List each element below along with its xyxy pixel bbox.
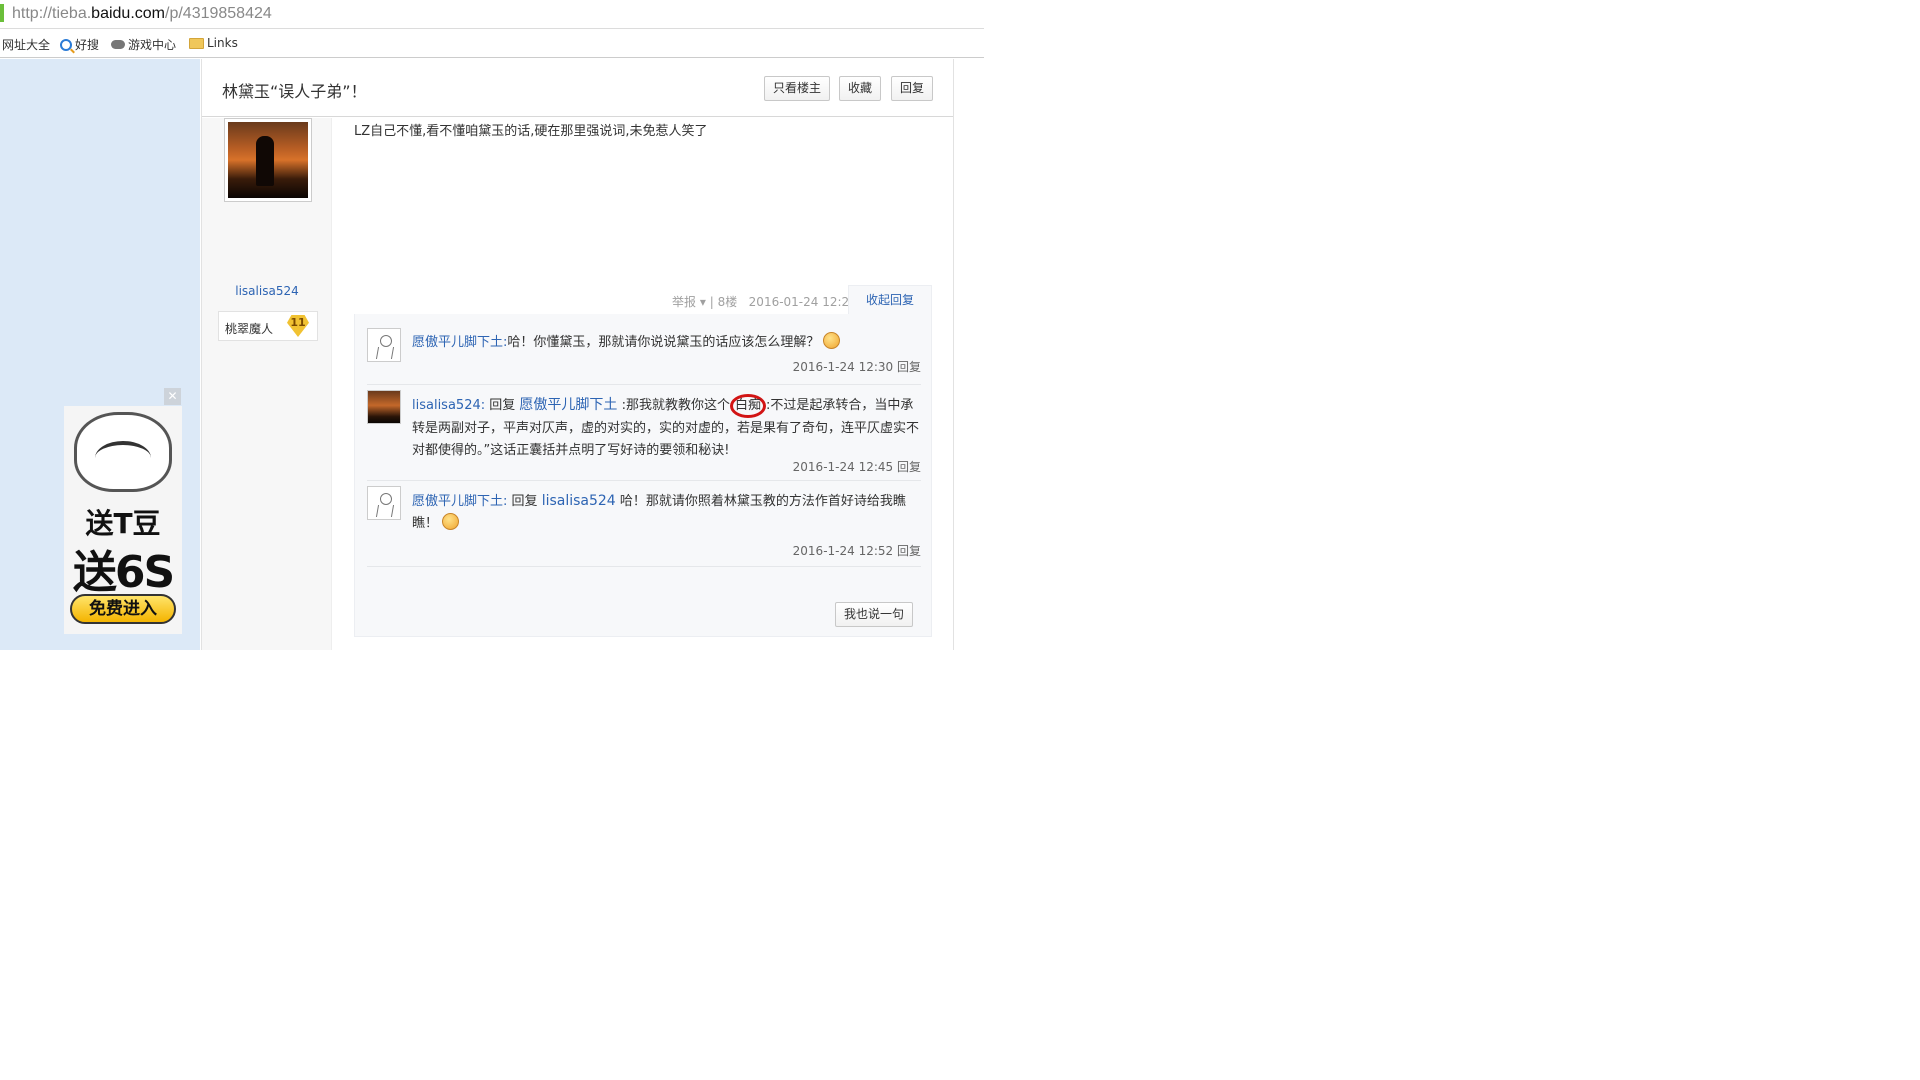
red-circle-annotation: 白痴 xyxy=(729,394,766,418)
reply-time: 2016-1-24 12:30 xyxy=(792,360,894,374)
avatar[interactable] xyxy=(224,118,312,202)
avatar[interactable] xyxy=(367,390,401,424)
avatar[interactable] xyxy=(367,328,401,362)
chevron-down-icon[interactable]: ▾ xyxy=(700,295,706,309)
gamepad-icon xyxy=(111,40,125,49)
member-badge[interactable]: 桃翠魔人 11 xyxy=(218,311,318,341)
divider xyxy=(367,384,921,385)
favorite-haosou[interactable]: 好搜 xyxy=(60,36,99,53)
reply-target-user[interactable]: lisalisa524 xyxy=(542,493,616,509)
post-datetime: 2016-01-24 12:26 xyxy=(748,295,857,309)
url-text[interactable]: http://tieba.baidu.com/p/4319858424 xyxy=(12,5,272,23)
favorites-bar: 网址大全 好搜 游戏中心 Links xyxy=(0,30,984,58)
thread-title: 林黛玉“误人子弟”！ xyxy=(222,82,367,101)
post-author-panel: lisalisa524 桃翠魔人 11 xyxy=(202,118,332,650)
page-icon xyxy=(0,4,4,22)
favorite-game-center[interactable]: 游戏中心 xyxy=(111,36,176,53)
reply-meta: 2016-1-24 12:52 回复 xyxy=(793,542,921,559)
badge-title: 桃翠魔人 xyxy=(225,322,274,336)
reply-user[interactable]: lisalisa524: xyxy=(412,398,485,413)
reply-action[interactable]: 回复 xyxy=(897,460,921,474)
smiley-emoji-icon xyxy=(823,332,841,349)
reply-button[interactable]: 回复 xyxy=(891,76,933,101)
divider xyxy=(367,566,921,567)
advertisement[interactable]: 送T豆 送6S 免费进入 xyxy=(64,406,182,634)
favorite-button[interactable]: 收藏 xyxy=(839,76,881,101)
reply-action[interactable]: 回复 xyxy=(897,360,921,374)
ad-illustration xyxy=(74,412,172,492)
search-icon xyxy=(60,38,72,51)
reply-list: 愿傲平儿脚下土:哈！你懂黛玉，那就请你说说黛玉的话应该怎么理解？ 2016-1-… xyxy=(354,314,932,637)
thread-title-bar: 林黛玉“误人子弟”！ 只看楼主 收藏 回复 xyxy=(202,59,953,117)
add-comment-button[interactable]: 我也说一句 xyxy=(835,602,913,627)
post-content: LZ自己不懂,看不懂咱黛玉的话,硬在那里强说词,未免惹人笑了 xyxy=(354,124,708,139)
avatar[interactable] xyxy=(367,486,401,520)
smiley-emoji-icon xyxy=(442,513,460,530)
only-op-button[interactable]: 只看楼主 xyxy=(764,76,830,101)
avatar-image xyxy=(228,122,308,198)
report-link[interactable]: 举报 xyxy=(672,295,696,309)
list-item: 愿傲平儿脚下土: 回复 lisalisa524 哈！那就请你照着林黛玉教的方法作… xyxy=(367,486,921,558)
reply-user[interactable]: 愿傲平儿脚下土: xyxy=(412,494,507,509)
reply-target-user[interactable]: 愿傲平儿脚下土 xyxy=(519,397,617,413)
thread-container: 林黛玉“误人子弟”！ 只看楼主 收藏 回复 lisalisa524 桃翠魔人 1… xyxy=(201,59,954,650)
reply-time: 2016-1-24 12:52 xyxy=(792,544,894,558)
list-item: lisalisa524: 回复 愿傲平儿脚下土 :那我就教教你这个 白痴:不过是起… xyxy=(367,390,921,474)
floor-number: 8楼 xyxy=(717,295,738,309)
screenshot: http://tieba.baidu.com/p/4319858424 网址大全… xyxy=(0,0,1920,1080)
reply-meta: 2016-1-24 12:30 回复 xyxy=(793,358,921,375)
folder-icon xyxy=(189,37,204,49)
author-name[interactable]: lisalisa524 xyxy=(202,284,332,298)
collapse-replies-link[interactable]: 收起回复 xyxy=(848,285,932,315)
reply-time: 2016-1-24 12:45 xyxy=(792,460,894,474)
post-meta: 举报 ▾ | 8楼 2016-01-24 12:26 xyxy=(672,295,857,309)
reply-text: 哈！你懂黛玉，那就请你说说黛玉的话应该怎么理解？ xyxy=(507,335,820,350)
reply-user[interactable]: 愿傲平儿脚下土: xyxy=(412,335,507,350)
favorite-links[interactable]: Links xyxy=(189,36,238,50)
list-item: 愿傲平儿脚下土:哈！你懂黛玉，那就请你说说黛玉的话应该怎么理解？ 2016-1-… xyxy=(367,328,921,374)
reply-meta: 2016-1-24 12:45 回复 xyxy=(793,458,921,475)
favorite-wangzhi-daquan[interactable]: 网址大全 xyxy=(2,36,50,53)
address-bar[interactable]: http://tieba.baidu.com/p/4319858424 xyxy=(0,0,984,29)
divider xyxy=(367,480,921,481)
reply-action[interactable]: 回复 xyxy=(897,544,921,558)
ad-line-2: 送6S xyxy=(72,547,175,598)
level-badge-icon: 11 xyxy=(287,315,309,337)
ad-enter-button[interactable]: 免费进入 xyxy=(70,594,176,624)
ad-close-button[interactable]: ✕ xyxy=(164,388,181,405)
